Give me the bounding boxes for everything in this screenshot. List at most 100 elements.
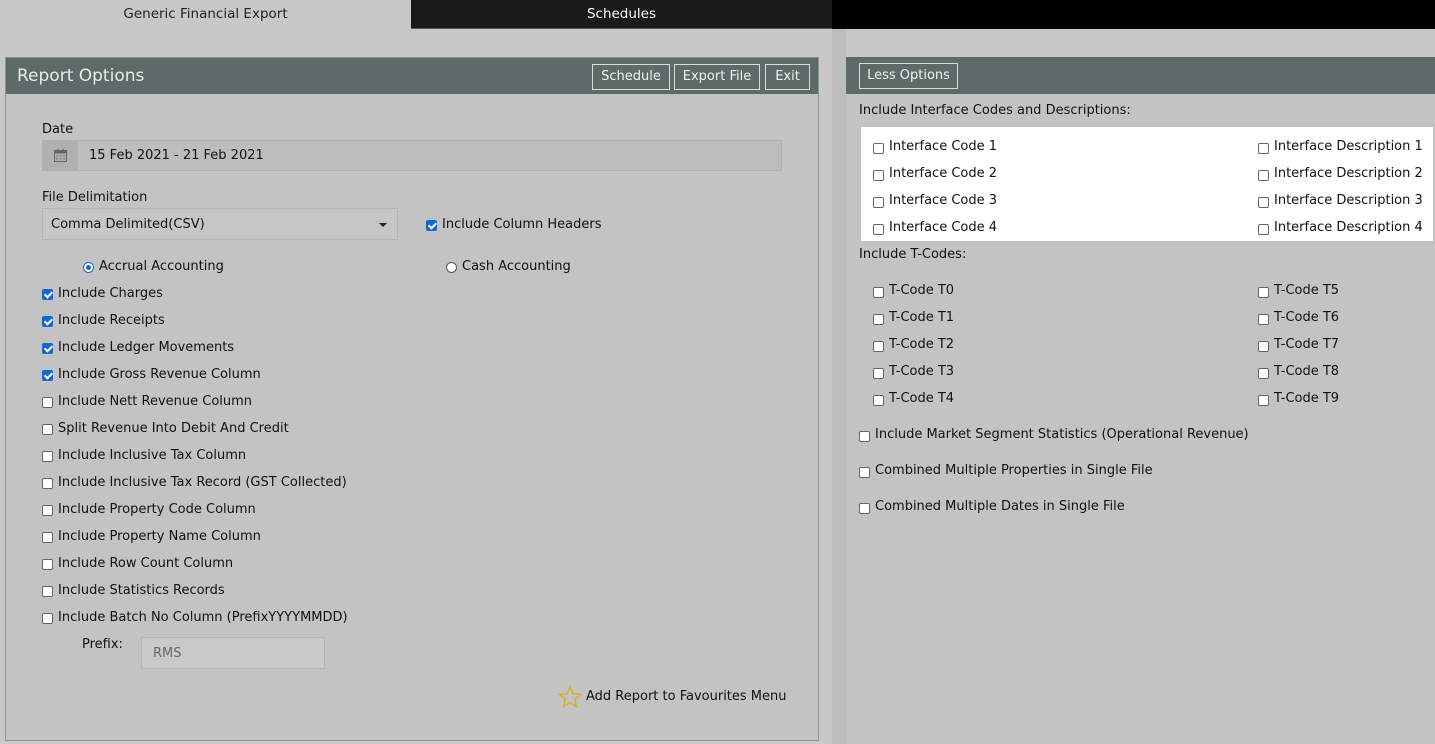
include-charges-label: Include Charges — [58, 286, 163, 301]
include-nett-revenue-checkbox[interactable] — [42, 397, 53, 408]
cash-accounting-label: Cash Accounting — [462, 259, 571, 274]
add-to-favourites-link[interactable]: Add Report to Favourites Menu — [586, 689, 787, 704]
less-options-button[interactable]: Less Options — [859, 63, 958, 89]
tcode-t7-checkbox[interactable] — [1258, 341, 1269, 352]
include-gross-revenue-label: Include Gross Revenue Column — [58, 367, 261, 382]
file-delimitation-label: File Delimitation — [42, 190, 148, 205]
cash-accounting-radio[interactable] — [446, 262, 457, 273]
export-file-button[interactable]: Export File — [674, 64, 760, 90]
include-property-name-checkbox[interactable] — [42, 532, 53, 543]
tcode-t4-checkbox[interactable] — [873, 395, 884, 406]
tab-bar: Generic Financial Export Schedules — [0, 0, 1435, 29]
interface-code-3-checkbox[interactable] — [873, 197, 884, 208]
tcode-t0-label: T-Code T0 — [889, 283, 955, 298]
include-inclusive-tax-record-label: Include Inclusive Tax Record (GST Collec… — [58, 475, 347, 490]
tcode-t2-checkbox[interactable] — [873, 341, 884, 352]
tcode-t6-label: T-Code T6 — [1274, 310, 1340, 325]
tcode-t3-checkbox[interactable] — [873, 368, 884, 379]
market-segment-statistics-checkbox[interactable] — [859, 431, 870, 442]
include-ledger-movements-checkbox[interactable] — [42, 343, 53, 354]
include-nett-revenue-label: Include Nett Revenue Column — [58, 394, 253, 409]
include-gross-revenue-checkbox[interactable] — [42, 370, 53, 381]
tcode-t9-checkbox[interactable] — [1258, 395, 1269, 406]
include-receipts-label: Include Receipts — [58, 313, 165, 328]
file-delimitation-value: Comma Delimited(CSV) — [51, 217, 205, 232]
include-property-code-label: Include Property Code Column — [58, 502, 256, 517]
schedule-button[interactable]: Schedule — [592, 64, 670, 90]
tcode-t8-label: T-Code T8 — [1274, 364, 1340, 379]
include-charges-checkbox[interactable] — [42, 289, 53, 300]
include-receipts-checkbox[interactable] — [42, 316, 53, 327]
tcode-t0-checkbox[interactable] — [873, 287, 884, 298]
chevron-down-icon — [379, 223, 387, 227]
include-statistics-records-checkbox[interactable] — [42, 586, 53, 597]
tcodes-heading: Include T-Codes: — [859, 247, 967, 262]
include-inclusive-tax-record-checkbox[interactable] — [42, 478, 53, 489]
interface-description-3-checkbox[interactable] — [1258, 197, 1269, 208]
tcode-t3-label: T-Code T3 — [889, 364, 955, 379]
tcode-t7-label: T-Code T7 — [1274, 337, 1340, 352]
interface-code-4-checkbox[interactable] — [873, 224, 884, 235]
include-ledger-movements-label: Include Ledger Movements — [58, 340, 235, 355]
interface-code-1-checkbox[interactable] — [873, 143, 884, 154]
report-options-header: Report Options Schedule Export File Exit — [6, 58, 818, 94]
date-range-value: 15 Feb 2021 - 21 Feb 2021 — [89, 148, 264, 163]
include-batch-no-label: Include Batch No Column (PrefixYYYYMMDD) — [58, 610, 348, 625]
include-batch-no-checkbox[interactable] — [42, 613, 53, 624]
include-statistics-records-label: Include Statistics Records — [58, 583, 225, 598]
date-label: Date — [42, 122, 74, 137]
interface-code-1-label: Interface Code 1 — [889, 139, 998, 154]
market-segment-statistics-label: Include Market Segment Statistics (Opera… — [875, 427, 1249, 442]
combined-dates-checkbox[interactable] — [859, 503, 870, 514]
include-property-name-label: Include Property Name Column — [58, 529, 261, 544]
interface-description-2-checkbox[interactable] — [1258, 170, 1269, 181]
tcode-t5-checkbox[interactable] — [1258, 287, 1269, 298]
prefix-value: RMS — [153, 646, 182, 661]
tab-schedules[interactable]: Schedules — [411, 0, 832, 29]
accrual-accounting-radio[interactable] — [83, 262, 94, 273]
file-delimitation-select[interactable]: Comma Delimited(CSV) — [42, 208, 398, 240]
include-column-headers-checkbox[interactable] — [426, 220, 437, 231]
combined-properties-label: Combined Multiple Properties in Single F… — [875, 463, 1153, 478]
date-addon[interactable] — [43, 141, 78, 170]
combined-dates-label: Combined Multiple Dates in Single File — [875, 499, 1125, 514]
interface-description-1-checkbox[interactable] — [1258, 143, 1269, 154]
tab-generic-financial-export[interactable]: Generic Financial Export — [0, 0, 411, 29]
include-inclusive-tax-column-checkbox[interactable] — [42, 451, 53, 462]
tcode-t1-label: T-Code T1 — [889, 310, 955, 325]
include-column-headers-label: Include Column Headers — [442, 217, 602, 232]
interface-description-4-label: Interface Description 4 — [1274, 220, 1423, 235]
split-revenue-label: Split Revenue Into Debit And Credit — [58, 421, 289, 436]
accrual-accounting-label: Accrual Accounting — [99, 259, 224, 274]
tcode-t2-label: T-Code T2 — [889, 337, 955, 352]
tcode-t9-label: T-Code T9 — [1274, 391, 1340, 406]
prefix-input[interactable]: RMS — [141, 637, 325, 669]
include-inclusive-tax-column-label: Include Inclusive Tax Column — [58, 448, 247, 463]
interface-code-3-label: Interface Code 3 — [889, 193, 998, 208]
tcode-t8-checkbox[interactable] — [1258, 368, 1269, 379]
interface-description-4-checkbox[interactable] — [1258, 224, 1269, 235]
more-options-header: Less Options — [846, 57, 1435, 94]
calendar-icon — [54, 149, 67, 162]
include-property-code-checkbox[interactable] — [42, 505, 53, 516]
interface-description-3-label: Interface Description 3 — [1274, 193, 1423, 208]
tcode-t6-checkbox[interactable] — [1258, 314, 1269, 325]
interface-description-2-label: Interface Description 2 — [1274, 166, 1423, 181]
prefix-label: Prefix: — [82, 637, 123, 652]
include-row-count-label: Include Row Count Column — [58, 556, 234, 571]
include-row-count-checkbox[interactable] — [42, 559, 53, 570]
more-options-panel: Less Options Include Interface Codes and… — [846, 57, 1435, 744]
star-icon[interactable] — [558, 685, 582, 709]
report-options-panel: Report Options Schedule Export File Exit… — [5, 57, 819, 741]
interface-code-2-checkbox[interactable] — [873, 170, 884, 181]
combined-properties-checkbox[interactable] — [859, 467, 870, 478]
panel-title: Report Options — [17, 66, 145, 86]
interface-code-2-label: Interface Code 2 — [889, 166, 998, 181]
tcode-t1-checkbox[interactable] — [873, 314, 884, 325]
exit-button[interactable]: Exit — [765, 64, 810, 90]
tcode-t4-label: T-Code T4 — [889, 391, 955, 406]
date-range-field[interactable]: 15 Feb 2021 - 21 Feb 2021 — [42, 140, 782, 171]
interface-description-1-label: Interface Description 1 — [1274, 139, 1423, 154]
panel-gutter — [832, 29, 846, 744]
split-revenue-checkbox[interactable] — [42, 424, 53, 435]
